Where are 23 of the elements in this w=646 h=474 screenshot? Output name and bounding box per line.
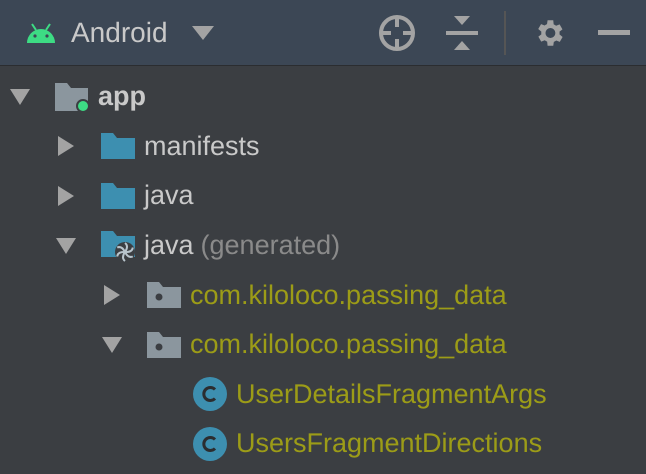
tree-item-label[interactable]: manifests: [144, 132, 260, 160]
package-folder-icon: [146, 281, 182, 310]
collapse-all-icon[interactable]: [446, 16, 478, 50]
generated-folder-icon: [100, 230, 136, 262]
tree-item-note: (generated): [200, 232, 340, 260]
tree-item-label[interactable]: app: [98, 83, 146, 110]
android-icon: [25, 22, 57, 44]
crosshair-icon[interactable]: [378, 14, 416, 52]
view-dropdown[interactable]: Android: [25, 12, 214, 54]
tree-item-label[interactable]: com.kiloloco.passing_data: [190, 282, 507, 309]
tree-item-label[interactable]: java: [144, 182, 194, 210]
tree-item-label[interactable]: UsersFragmentDirections: [236, 430, 542, 458]
minimize-icon[interactable]: [598, 30, 630, 36]
module-folder-icon: [54, 82, 90, 112]
tree-item-label[interactable]: com.kiloloco.passing_data: [190, 331, 507, 358]
class-icon: [192, 376, 228, 412]
class-icon: [192, 426, 228, 462]
tree-item-label[interactable]: java: [144, 232, 194, 260]
package-folder-icon: [146, 330, 182, 359]
tree-item-label[interactable]: UserDetailsFragmentArgs: [236, 380, 547, 408]
folder-icon: [100, 182, 136, 210]
folder-icon: [100, 132, 136, 160]
caret-icon: [192, 26, 214, 40]
